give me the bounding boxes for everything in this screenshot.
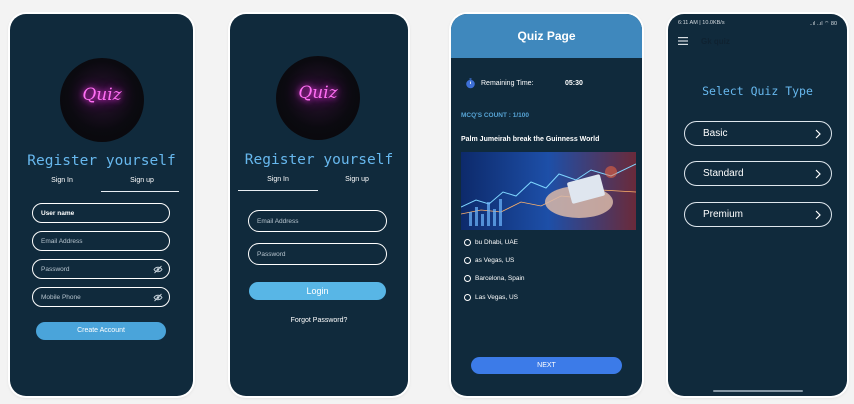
signin-screen: Quiz Register yourself Sign In Sign up E… bbox=[230, 14, 408, 396]
select-quiz-type-title: Select Quiz Type bbox=[702, 84, 813, 98]
radio-button[interactable] bbox=[464, 294, 471, 301]
eye-off-icon[interactable] bbox=[153, 293, 163, 302]
remaining-time-label: Remaining Time: bbox=[481, 80, 534, 87]
option-2[interactable]: as Vegas, US bbox=[464, 257, 514, 264]
register-screen: Quiz Register yourself Sign In Sign up U… bbox=[10, 14, 193, 396]
email-field[interactable]: Email Address bbox=[248, 210, 387, 232]
quiz-type-screen: 6:11 AM | 10.0KB/s ..ıl ..ıl ⌔ 80 Gk qui… bbox=[668, 14, 847, 396]
quiz-type-label: Basic bbox=[703, 128, 728, 139]
password-field[interactable]: Password bbox=[248, 243, 387, 265]
password-field[interactable]: Password bbox=[32, 259, 170, 279]
status-bar: 6:11 AM | 10.0KB/s ..ıl ..ıl ⌔ 80 bbox=[678, 20, 837, 27]
radio-button[interactable] bbox=[464, 239, 471, 246]
home-indicator bbox=[713, 390, 803, 392]
create-account-button[interactable]: Create Account bbox=[36, 322, 166, 340]
option-3[interactable]: Barcelona, Spain bbox=[464, 275, 525, 282]
quiz-type-label: Premium bbox=[703, 209, 744, 220]
logo-text: Quiz bbox=[298, 83, 338, 103]
stopwatch-icon bbox=[466, 78, 475, 89]
mobile-phone-field[interactable]: Mobile Phone bbox=[32, 287, 170, 307]
question-text: Palm Jumeirah break the Guinness World bbox=[461, 136, 600, 143]
tab-sign-in[interactable]: Sign In bbox=[42, 177, 82, 184]
logo-text: Quiz bbox=[82, 85, 122, 105]
option-4[interactable]: Las Vegas, US bbox=[464, 294, 518, 301]
password-label: Password bbox=[41, 266, 70, 273]
chevron-right-icon bbox=[815, 210, 821, 220]
tab-sign-up[interactable]: Sign up bbox=[334, 176, 380, 183]
option-label: Las Vegas, US bbox=[475, 294, 518, 302]
chevron-right-icon bbox=[815, 129, 821, 139]
next-button[interactable]: NEXT bbox=[471, 357, 622, 374]
page-title: Register yourself bbox=[244, 152, 394, 168]
quiz-header: Quiz Page bbox=[451, 14, 642, 58]
username-label: User name bbox=[41, 210, 75, 217]
remaining-time-value: 05:30 bbox=[565, 80, 583, 87]
mobile-phone-label: Mobile Phone bbox=[41, 294, 81, 301]
radio-button[interactable] bbox=[464, 257, 471, 264]
username-field[interactable]: User name bbox=[32, 203, 170, 223]
tab-sign-in[interactable]: Sign In bbox=[256, 176, 300, 183]
radio-button[interactable] bbox=[464, 275, 471, 282]
active-tab-indicator bbox=[238, 190, 318, 191]
app-title: Gk quiz bbox=[701, 37, 730, 46]
quiz-logo: Quiz bbox=[60, 58, 144, 142]
password-label: Password bbox=[257, 251, 286, 258]
chevron-right-icon bbox=[815, 169, 821, 179]
hamburger-menu-icon[interactable] bbox=[678, 37, 688, 45]
status-time: 6:11 AM | 10.0KB/s bbox=[678, 20, 725, 26]
quiz-type-standard-button[interactable]: Standard bbox=[684, 161, 832, 186]
quiz-type-label: Standard bbox=[703, 168, 744, 179]
tab-sign-up[interactable]: Sign up bbox=[118, 177, 166, 184]
email-label: Email Address bbox=[41, 238, 83, 245]
login-button[interactable]: Login bbox=[249, 282, 386, 300]
quiz-type-premium-button[interactable]: Premium bbox=[684, 202, 832, 227]
forgot-password-link[interactable]: Forgot Password? bbox=[230, 317, 408, 324]
question-image bbox=[461, 152, 636, 230]
option-label: bu Dhabi, UAE bbox=[475, 239, 518, 247]
quiz-screen: Quiz Page Remaining Time: 05:30 MCQ'S CO… bbox=[451, 14, 642, 396]
option-label: as Vegas, US bbox=[475, 257, 515, 265]
option-1[interactable]: bu Dhabi, UAE bbox=[464, 239, 518, 246]
eye-off-icon[interactable] bbox=[153, 265, 163, 274]
active-tab-indicator bbox=[101, 191, 179, 192]
option-label: Barcelona, Spain bbox=[475, 275, 525, 283]
mcq-count: MCQ'S COUNT : 1/100 bbox=[461, 112, 530, 119]
page-title: Register yourself bbox=[27, 153, 176, 169]
email-field[interactable]: Email Address bbox=[32, 231, 170, 251]
email-label: Email Address bbox=[257, 218, 299, 225]
quiz-type-basic-button[interactable]: Basic bbox=[684, 121, 832, 146]
status-icons: ..ıl ..ıl ⌔ 80 bbox=[809, 21, 837, 27]
quiz-logo: Quiz bbox=[276, 56, 360, 140]
